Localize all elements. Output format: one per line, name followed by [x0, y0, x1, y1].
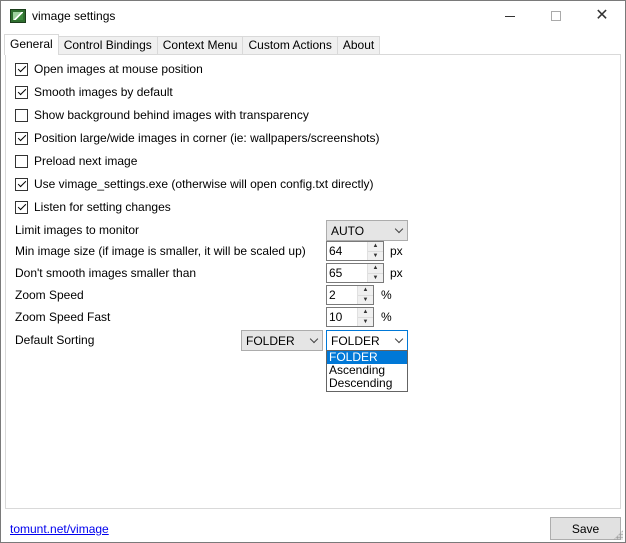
checkmark-icon — [17, 178, 26, 188]
tab-strip: General Control Bindings Context Menu Cu… — [4, 34, 381, 55]
limit-monitor-value: AUTO — [331, 223, 365, 238]
zoom-fast-unit: % — [381, 310, 392, 324]
spin-down-icon[interactable]: ▼ — [368, 273, 383, 282]
sorting-primary-value: FOLDER — [246, 333, 295, 348]
checkbox-preload-next[interactable]: Preload next image — [15, 153, 137, 169]
chevron-down-icon — [306, 334, 322, 344]
min-size-stepper[interactable]: 64 ▲ ▼ — [326, 241, 384, 261]
website-link[interactable]: tomunt.net/vimage — [10, 522, 109, 536]
checkbox-label: Open images at mouse position — [34, 62, 203, 76]
checkbox-label: Smooth images by default — [34, 85, 173, 99]
checkbox-box[interactable] — [15, 85, 28, 99]
zoom-speed-unit: % — [381, 288, 392, 302]
tab-context-menu[interactable]: Context Menu — [156, 36, 244, 55]
checkbox-label: Position large/wide images in corner (ie… — [34, 131, 380, 145]
save-button[interactable]: Save — [550, 517, 621, 540]
zoom-speed-label: Zoom Speed — [15, 288, 84, 302]
sorting-secondary-select[interactable]: FOLDER — [326, 330, 408, 351]
zoom-speed-value[interactable]: 2 — [327, 286, 357, 304]
checkbox-show-background[interactable]: Show background behind images with trans… — [15, 107, 309, 123]
spin-down-icon[interactable]: ▼ — [368, 251, 383, 260]
minimize-button[interactable] — [487, 1, 533, 31]
checkbox-label: Listen for setting changes — [34, 200, 171, 214]
chevron-down-icon — [391, 224, 407, 234]
checkbox-box[interactable] — [15, 200, 28, 214]
checkmark-icon — [17, 132, 26, 142]
sorting-secondary-value: FOLDER — [331, 333, 380, 348]
settings-window: vimage settings ✕ General Control Bindin… — [0, 0, 626, 543]
spin-down-icon[interactable]: ▼ — [358, 317, 373, 326]
spin-down-icon[interactable]: ▼ — [358, 295, 373, 304]
checkmark-icon — [17, 86, 26, 96]
checkbox-smooth-images[interactable]: Smooth images by default — [15, 84, 173, 100]
sorting-label: Default Sorting — [15, 333, 95, 347]
tab-control-bindings[interactable]: Control Bindings — [57, 36, 158, 55]
checkbox-box[interactable] — [15, 154, 28, 168]
spin-up-icon[interactable]: ▲ — [358, 308, 373, 318]
zoom-fast-label: Zoom Speed Fast — [15, 310, 111, 324]
chevron-down-icon — [391, 334, 407, 344]
no-smooth-value[interactable]: 65 — [327, 264, 367, 282]
minimize-icon — [505, 15, 515, 17]
checkbox-label: Use vimage_settings.exe (otherwise will … — [34, 177, 374, 191]
app-icon — [10, 9, 26, 23]
checkbox-label: Preload next image — [34, 154, 138, 168]
spin-up-icon[interactable]: ▲ — [368, 264, 383, 274]
tab-general[interactable]: General — [4, 34, 59, 55]
limit-monitor-label: Limit images to monitor — [15, 223, 140, 237]
no-smooth-label: Don't smooth images smaller than — [15, 266, 197, 280]
zoom-speed-stepper[interactable]: 2 ▲ ▼ — [326, 285, 374, 305]
checkbox-box[interactable] — [15, 62, 28, 76]
dropdown-option-descending[interactable]: Descending — [327, 377, 407, 390]
no-smooth-unit: px — [390, 266, 403, 280]
checkmark-icon — [17, 63, 26, 73]
spin-up-icon[interactable]: ▲ — [358, 286, 373, 296]
checkbox-listen-changes[interactable]: Listen for setting changes — [15, 199, 171, 215]
close-icon: ✕ — [595, 7, 609, 24]
sorting-dropdown-list: FOLDER Ascending Descending — [326, 350, 408, 392]
checkmark-icon — [17, 201, 26, 211]
spin-up-icon[interactable]: ▲ — [368, 242, 383, 252]
maximize-icon — [551, 11, 561, 21]
window-title: vimage settings — [32, 9, 116, 23]
checkbox-label: Show background behind images with trans… — [34, 108, 309, 122]
maximize-button[interactable] — [533, 1, 579, 31]
checkbox-box[interactable] — [15, 177, 28, 191]
checkbox-position-corner[interactable]: Position large/wide images in corner (ie… — [15, 130, 380, 146]
checkbox-open-at-mouse[interactable]: Open images at mouse position — [15, 61, 203, 77]
zoom-fast-value[interactable]: 10 — [327, 308, 357, 326]
checkbox-use-settings-exe[interactable]: Use vimage_settings.exe (otherwise will … — [15, 176, 373, 192]
min-size-value[interactable]: 64 — [327, 242, 367, 260]
title-bar: vimage settings ✕ — [1, 1, 625, 31]
tab-custom-actions[interactable]: Custom Actions — [242, 36, 338, 55]
min-size-unit: px — [390, 244, 403, 258]
no-smooth-stepper[interactable]: 65 ▲ ▼ — [326, 263, 384, 283]
checkbox-box[interactable] — [15, 108, 28, 122]
zoom-fast-stepper[interactable]: 10 ▲ ▼ — [326, 307, 374, 327]
limit-monitor-select[interactable]: AUTO — [326, 220, 408, 241]
sorting-primary-select[interactable]: FOLDER — [241, 330, 323, 351]
checkbox-box[interactable] — [15, 131, 28, 145]
min-size-label: Min image size (if image is smaller, it … — [15, 244, 306, 258]
tab-about[interactable]: About — [336, 36, 381, 55]
close-button[interactable]: ✕ — [579, 1, 625, 31]
